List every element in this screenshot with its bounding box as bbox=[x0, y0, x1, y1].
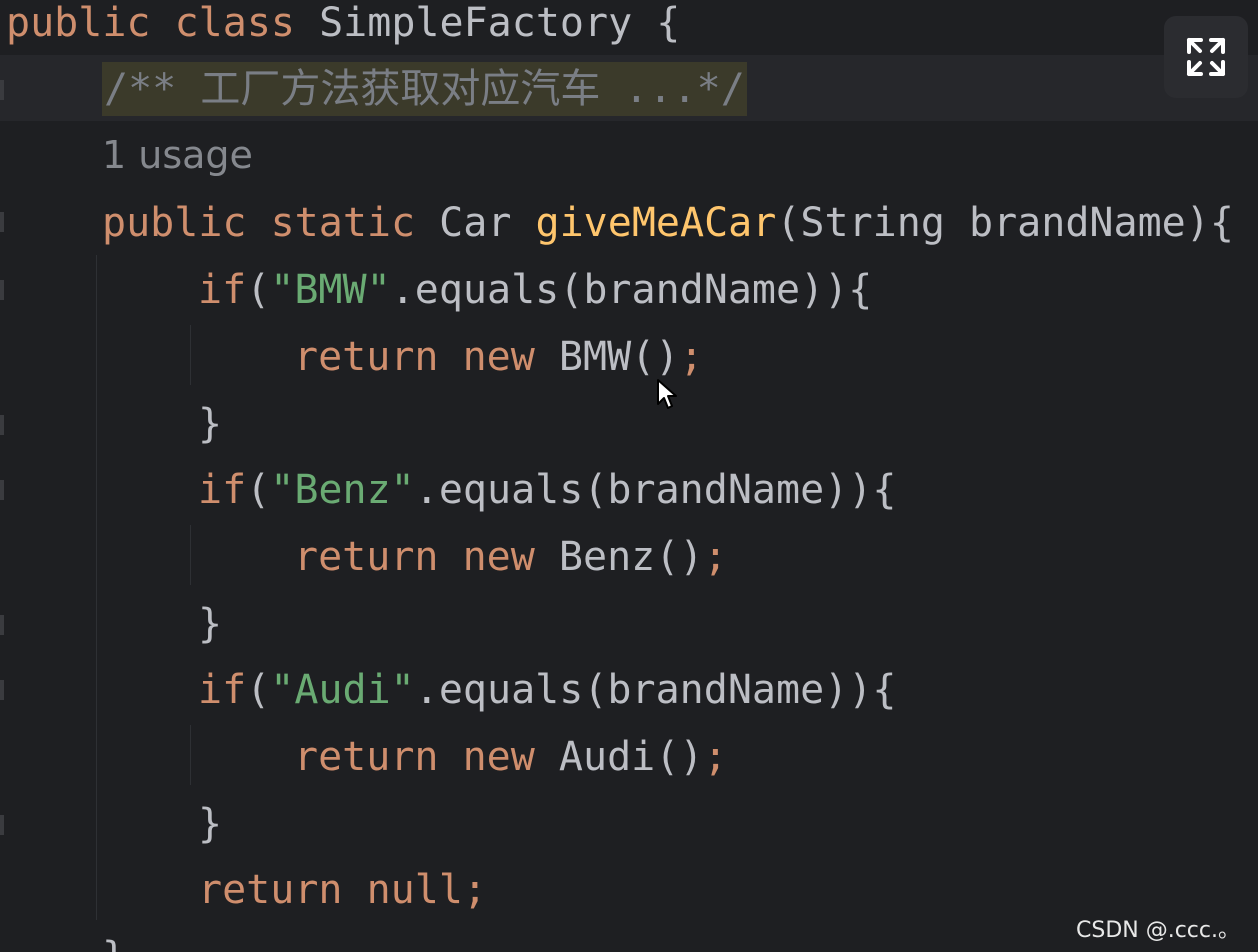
code-line[interactable]: /** 工厂方法获取对应汽车 ...*/ bbox=[102, 56, 747, 123]
code-line[interactable]: } bbox=[198, 391, 222, 458]
mouse-pointer-icon bbox=[657, 379, 677, 409]
code-token: return bbox=[294, 334, 439, 380]
usage-hint: 1 usage bbox=[102, 133, 253, 177]
code-token: (String brandName){ bbox=[776, 200, 1234, 246]
code-token: new bbox=[462, 334, 535, 380]
code-token: } bbox=[102, 934, 126, 952]
gutter-marker bbox=[0, 80, 4, 100]
gutter-marker bbox=[0, 680, 4, 700]
code-token: giveMeACar bbox=[535, 200, 777, 246]
code-token: } bbox=[198, 801, 223, 847]
code-token: ( bbox=[246, 667, 271, 713]
code-token: "BMW" bbox=[270, 267, 391, 313]
code-token: public bbox=[6, 0, 151, 46]
gutter-marker bbox=[0, 480, 4, 500]
code-token: Car bbox=[415, 200, 536, 246]
code-line[interactable]: } bbox=[198, 591, 222, 658]
expand-button[interactable] bbox=[1164, 16, 1248, 98]
code-token: .equals(brandName)){ bbox=[414, 667, 897, 713]
indent-guide bbox=[96, 255, 97, 920]
code-token: class bbox=[174, 0, 296, 46]
code-token: if bbox=[198, 467, 247, 513]
code-line[interactable]: return new Audi(); bbox=[294, 724, 728, 791]
code-token: new bbox=[462, 534, 535, 580]
code-token: } bbox=[198, 401, 223, 447]
code-line[interactable]: public class SimpleFactory { bbox=[6, 0, 680, 57]
code-token: ; bbox=[679, 334, 704, 380]
code-token: Benz() bbox=[534, 534, 704, 580]
code-token: "Audi" bbox=[270, 667, 415, 713]
code-token: /** 工厂方法获取对应汽车 ...*/ bbox=[102, 62, 747, 116]
code-token: Audi() bbox=[534, 734, 704, 780]
code-token: ; bbox=[462, 867, 488, 913]
gutter-marker bbox=[0, 815, 4, 835]
code-line[interactable]: if("Audi".equals(brandName)){ bbox=[198, 657, 896, 724]
gutter-marker bbox=[0, 212, 4, 232]
code-token: public bbox=[102, 200, 247, 246]
code-token: ( bbox=[246, 467, 271, 513]
code-token: ( bbox=[246, 267, 271, 313]
code-editor[interactable]: public class SimpleFactory {/** 工厂方法获取对应… bbox=[0, 0, 1258, 952]
code-token: ; bbox=[703, 534, 728, 580]
code-token: SimpleFactory { bbox=[295, 0, 681, 46]
gutter-marker bbox=[0, 615, 4, 635]
code-token: new bbox=[462, 734, 535, 780]
code-line[interactable]: } bbox=[102, 924, 126, 952]
code-line[interactable]: if("BMW".equals(brandName)){ bbox=[198, 257, 872, 324]
code-line[interactable]: return new Benz(); bbox=[294, 524, 728, 591]
code-token: return bbox=[198, 867, 343, 913]
code-token: BMW() bbox=[534, 334, 680, 380]
code-token: if bbox=[198, 267, 247, 313]
code-line[interactable]: public static Car giveMeACar(String bran… bbox=[102, 190, 1234, 257]
code-token: null bbox=[366, 867, 463, 913]
code-token: .equals(brandName)){ bbox=[414, 467, 897, 513]
indent-guide bbox=[190, 525, 191, 585]
code-token: "Benz" bbox=[270, 467, 415, 513]
code-line[interactable]: return new BMW(); bbox=[294, 324, 703, 391]
code-token: .equals(brandName)){ bbox=[390, 267, 873, 313]
code-line[interactable]: return null; bbox=[198, 857, 487, 924]
code-token: } bbox=[198, 601, 223, 647]
code-token: return bbox=[294, 534, 439, 580]
code-token: static bbox=[270, 200, 416, 246]
code-token: if bbox=[198, 667, 247, 713]
code-line[interactable]: if("Benz".equals(brandName)){ bbox=[198, 457, 896, 524]
watermark: CSDN @.ccc.。 bbox=[1076, 918, 1240, 943]
code-line[interactable]: 1 usage bbox=[102, 122, 253, 189]
expand-icon bbox=[1187, 38, 1225, 76]
code-token: return bbox=[294, 734, 439, 780]
code-token: ; bbox=[703, 734, 728, 780]
indent-guide bbox=[190, 325, 191, 385]
gutter-marker bbox=[0, 415, 4, 435]
indent-guide bbox=[190, 725, 191, 785]
code-line[interactable]: } bbox=[198, 791, 222, 858]
gutter-marker bbox=[0, 280, 4, 300]
